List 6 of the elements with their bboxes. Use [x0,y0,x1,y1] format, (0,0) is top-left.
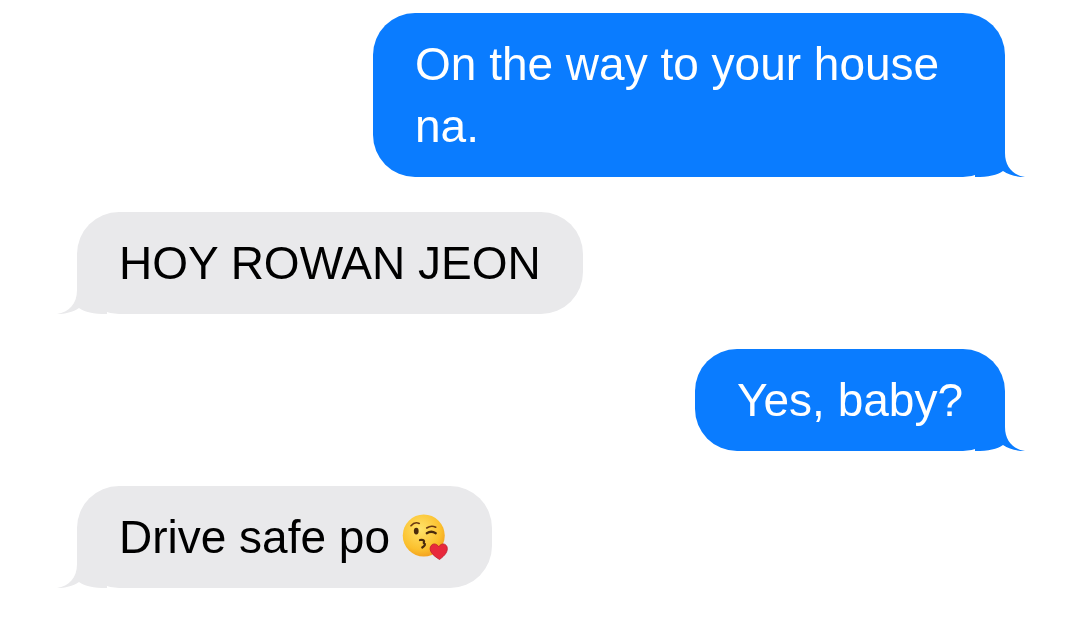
message-text: Drive safe po [119,510,390,565]
message-text: HOY ROWAN JEON [119,236,541,291]
message-text: Yes, baby? [737,373,963,428]
message-text: On the way to your house na. [415,37,941,154]
bubble-tail [975,133,1025,177]
bubble-tail [975,407,1025,451]
